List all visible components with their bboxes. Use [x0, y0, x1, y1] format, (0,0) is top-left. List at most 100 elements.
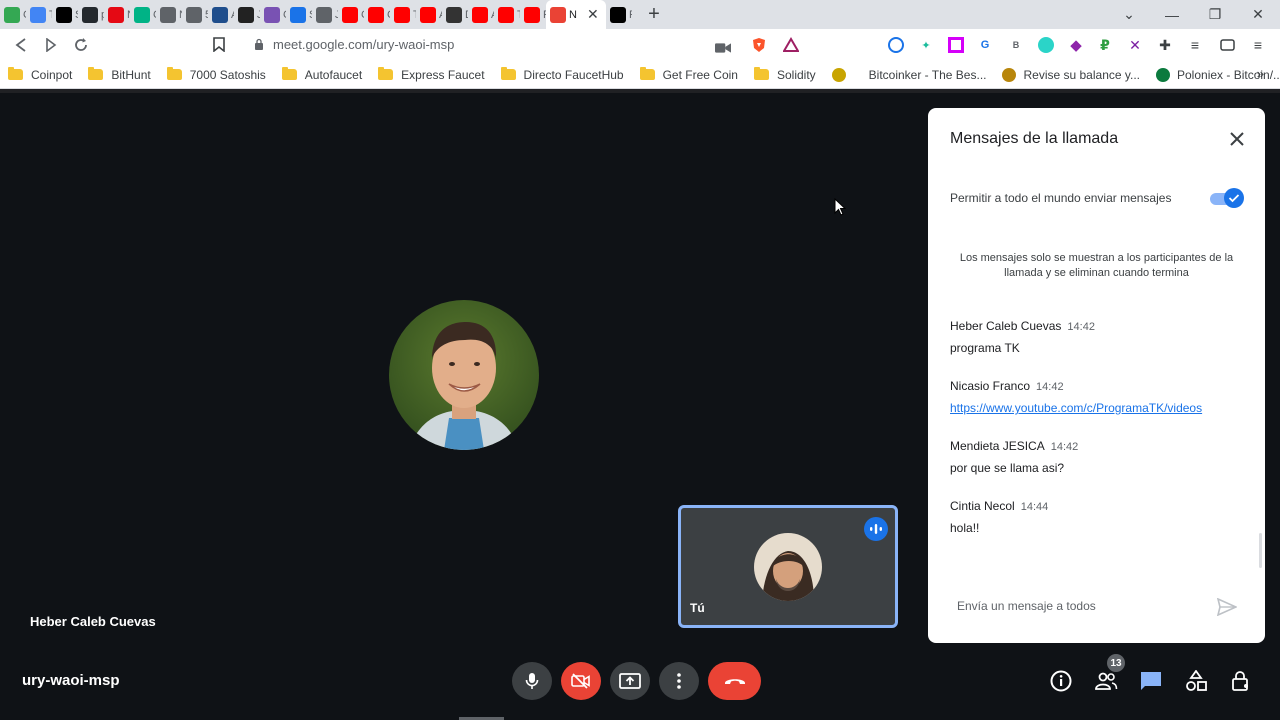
bookmark-item[interactable]: Solidity	[746, 61, 824, 89]
chat-button[interactable]	[1139, 669, 1163, 693]
browser-tab[interactable]: Se	[286, 0, 312, 29]
present-screen-button[interactable]	[610, 662, 650, 700]
message-link[interactable]: https://www.youtube.com/c/ProgramaTK/vid…	[950, 401, 1250, 415]
bookmark-item[interactable]	[824, 61, 861, 89]
browser-tab[interactable]: Go	[0, 0, 26, 29]
extensions-puzzle-icon[interactable]: ✚	[1157, 37, 1173, 53]
browser-tab[interactable]: An	[468, 0, 494, 29]
browser-tab[interactable]: Sp	[52, 0, 78, 29]
extension-5-icon[interactable]: B	[1008, 37, 1024, 53]
meeting-details-button[interactable]	[1049, 669, 1073, 693]
bookmark-item[interactable]: Express Faucet	[370, 61, 492, 89]
bookmark-label: Poloniex - Bitcoin/...	[1177, 67, 1280, 82]
tab-search-icon[interactable]: ⌄	[1107, 0, 1151, 29]
message-time: 14:42	[1036, 381, 1064, 393]
mouse-cursor-icon	[834, 198, 846, 216]
bookmark-icon[interactable]	[213, 37, 225, 52]
bookmark-item[interactable]: Coinpot	[0, 61, 80, 89]
extension-9-icon[interactable]: ✕	[1127, 37, 1143, 53]
brave-shield-icon[interactable]	[751, 37, 767, 53]
message-header: Cintia Necol 14:44	[950, 499, 1250, 513]
minimize-button[interactable]: —	[1150, 0, 1194, 29]
back-button[interactable]	[6, 30, 36, 60]
extension-3-icon[interactable]	[948, 37, 964, 53]
browser-tab[interactable]: N ✕	[546, 0, 606, 29]
new-tab-button[interactable]: +	[640, 0, 668, 29]
allow-messages-toggle[interactable]	[1208, 188, 1244, 208]
bookmark-label: Revise su balance y...	[1023, 67, 1140, 82]
tab-favicon-icon	[134, 6, 150, 23]
extension-6-icon[interactable]	[1038, 37, 1054, 53]
translate-icon[interactable]: G	[977, 37, 993, 53]
wallet-icon[interactable]	[1219, 37, 1235, 53]
activities-button[interactable]	[1184, 669, 1208, 693]
participants-button[interactable]	[1094, 669, 1118, 693]
brave-rewards-icon[interactable]	[783, 37, 799, 53]
browser-tab[interactable]: Ne	[104, 0, 130, 29]
host-controls-button[interactable]	[1229, 669, 1253, 693]
gem-icon[interactable]: ◆	[1068, 37, 1084, 54]
browser-tab[interactable]: Jav	[312, 0, 338, 29]
forward-button[interactable]	[36, 30, 66, 60]
tab-favicon-icon	[108, 6, 124, 23]
bookmark-item[interactable]: BitHunt	[80, 61, 158, 89]
bookmark-favicon-icon	[831, 67, 846, 82]
browser-tab[interactable]: Cu	[364, 0, 390, 29]
message-time: 14:44	[1020, 501, 1049, 513]
tab-favicon-icon	[498, 6, 514, 23]
browser-tab[interactable]: Tu	[494, 0, 520, 29]
chat-scrollbar[interactable]	[1259, 533, 1262, 568]
camera-indicator-icon[interactable]	[715, 40, 731, 56]
bookmark-item[interactable]: Bitcoinker - The Bes...	[861, 61, 995, 89]
extension-8-icon[interactable]: ₽	[1097, 37, 1113, 53]
browser-tab[interactable]: Ter	[26, 0, 52, 29]
bookmark-item[interactable]: Directo FaucetHub	[493, 61, 632, 89]
microphone-button[interactable]	[512, 662, 552, 700]
browser-menu-icon[interactable]: ≡	[1250, 37, 1266, 53]
browser-tab[interactable]: Dir	[442, 0, 468, 29]
camera-toggle-button[interactable]	[561, 662, 601, 700]
leave-call-button[interactable]	[708, 662, 761, 700]
participant-avatar	[389, 300, 539, 450]
chat-message-input[interactable]: Envía un mensaje a todos	[957, 599, 1096, 613]
browser-tab[interactable]: pro	[78, 0, 104, 29]
browser-tab[interactable]: JSC	[234, 0, 260, 29]
url-field[interactable]: meet.google.com/ury-waoi-msp	[273, 37, 454, 52]
video-stage: Heber Caleb Cuevas Tú	[0, 93, 925, 653]
lock-icon[interactable]	[254, 38, 264, 50]
more-options-button[interactable]	[659, 662, 699, 700]
browser-tab[interactable]: Ca	[130, 0, 156, 29]
browser-tab[interactable]: Co	[260, 0, 286, 29]
browser-tab[interactable]: 50	[182, 0, 208, 29]
restore-button[interactable]: ❐	[1193, 0, 1237, 29]
bookmark-item[interactable]: Get Free Coin	[632, 61, 746, 89]
browser-tab[interactable]: Cu	[338, 0, 364, 29]
bookmark-item[interactable]: Autofaucet	[274, 61, 370, 89]
extension-2-icon[interactable]: ✦	[918, 37, 934, 53]
send-icon[interactable]	[1217, 598, 1237, 616]
close-icon[interactable]	[1227, 129, 1247, 149]
browser-tab[interactable]: An	[208, 0, 234, 29]
message-list: Heber Caleb Cuevas 14:42 programa TK Nicasi…	[950, 319, 1250, 559]
window-close-button[interactable]: ✕	[1236, 0, 1280, 29]
bookmark-label: Directo FaucetHub	[523, 67, 624, 82]
extension-1-icon[interactable]	[888, 37, 904, 53]
more-vert-icon	[677, 673, 681, 689]
bookmarks-overflow-button[interactable]: »	[1257, 66, 1264, 81]
bookmark-item[interactable]: 7000 Satoshis	[159, 61, 274, 89]
self-avatar	[754, 533, 822, 601]
bookmark-item[interactable]: Revise su balance y...	[994, 61, 1148, 89]
tab-favicon-icon	[160, 6, 176, 23]
browser-tab[interactable]: Tal	[390, 0, 416, 29]
media-control-icon[interactable]: ≡	[1187, 37, 1203, 53]
browser-tab[interactable]: Pro	[520, 0, 546, 29]
reload-button[interactable]	[66, 30, 96, 60]
back-icon	[15, 38, 26, 52]
browser-tab[interactable]: NC	[156, 0, 182, 29]
browser-tab[interactable]: Ap	[416, 0, 442, 29]
tab-close-icon[interactable]: ✕	[587, 6, 599, 23]
bookmark-label: BitHunt	[111, 67, 151, 82]
tab-favicon-icon	[394, 6, 410, 23]
self-video-tile[interactable]: Tú	[678, 505, 898, 628]
browser-tab[interactable]: Po	[606, 0, 632, 29]
